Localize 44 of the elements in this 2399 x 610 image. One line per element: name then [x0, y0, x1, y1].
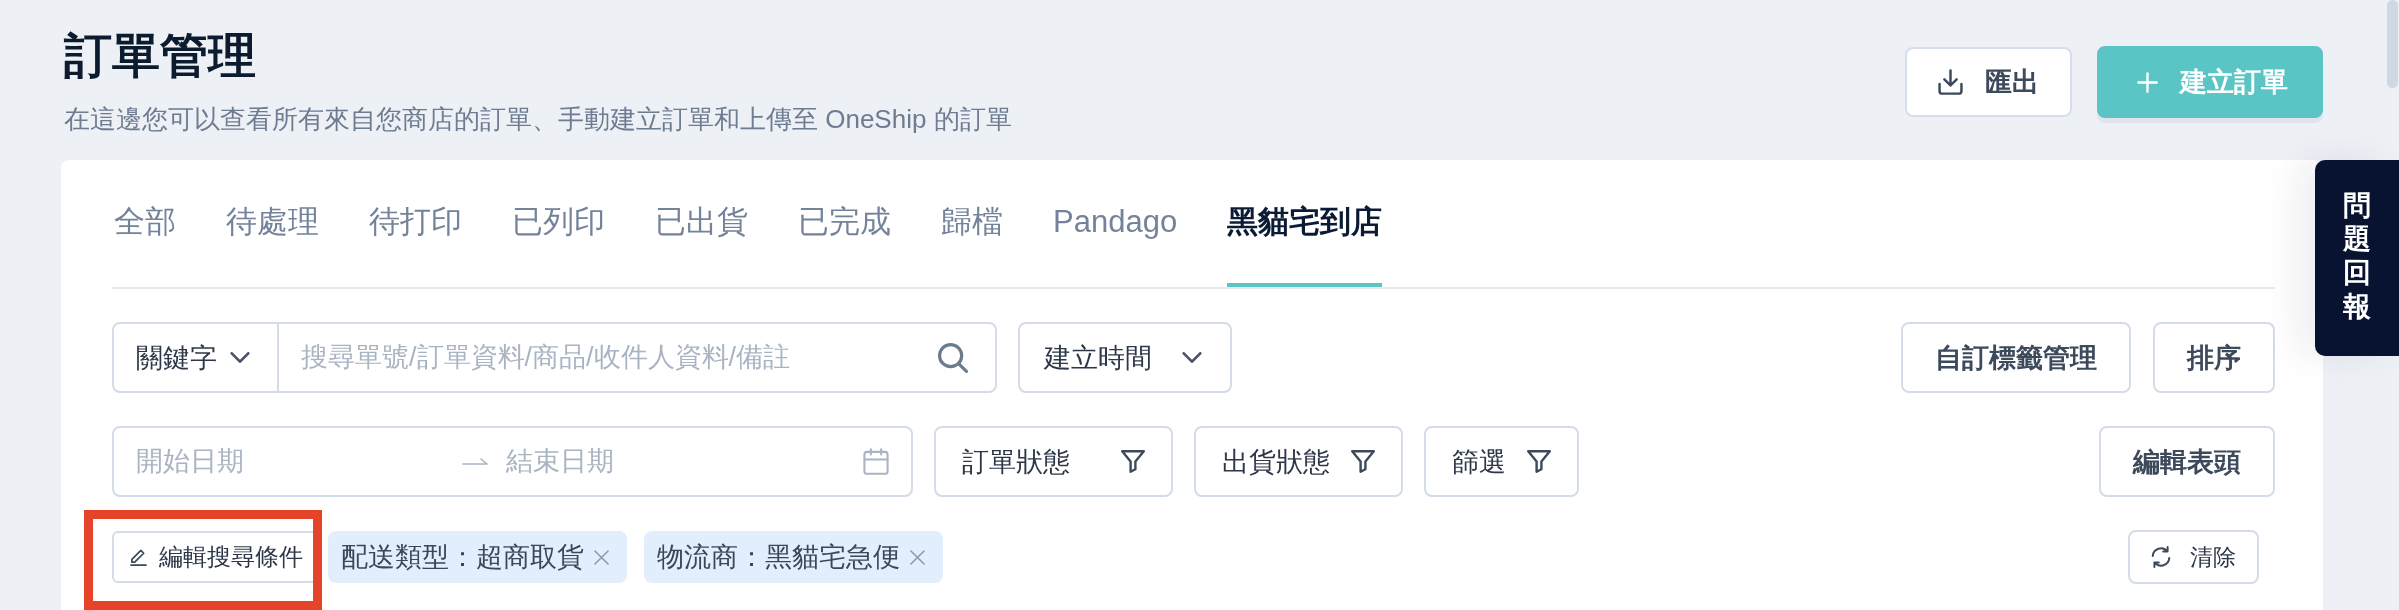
filter-icon [1351, 450, 1375, 473]
start-date-field[interactable]: 開始日期 [114, 428, 462, 495]
chip-label: 配送類型：超商取貨 [341, 541, 584, 574]
calendar-icon[interactable] [863, 448, 889, 475]
time-select[interactable]: 建立時間 [1018, 322, 1232, 393]
search-icon[interactable] [938, 342, 968, 373]
filter-button[interactable]: 訂單狀態 [934, 426, 1173, 497]
tab[interactable]: Pandago [1053, 202, 1178, 287]
tab[interactable]: 待打印 [369, 202, 462, 287]
filter-button[interactable]: 出貨狀態 [1194, 426, 1403, 497]
tab[interactable]: 已出貨 [655, 202, 748, 287]
filter-icon [1121, 450, 1145, 473]
tab[interactable]: 全部 [114, 202, 176, 287]
tab[interactable]: 已完成 [798, 202, 891, 287]
tab[interactable]: 待處理 [226, 202, 319, 287]
feedback-tab[interactable]: 問題回報 [2315, 160, 2399, 356]
filter-button[interactable]: 篩選 [1424, 426, 1579, 497]
chip-label: 物流商：黑貓宅急便 [657, 541, 900, 574]
close-icon[interactable] [910, 549, 925, 565]
page-title: 訂單管理 [64, 28, 257, 84]
scrollbar-thumb[interactable] [2387, 0, 2398, 88]
date-range-picker[interactable]: 開始日期 結束日期 [112, 426, 913, 497]
clear-button[interactable]: 清除 [2128, 530, 2259, 584]
export-button[interactable]: 匯出 [1905, 47, 2072, 117]
tab[interactable]: 已列印 [512, 202, 605, 287]
download-icon [1938, 69, 1963, 95]
keyword-select[interactable]: 關鍵字 [114, 324, 279, 391]
close-icon[interactable] [594, 549, 609, 565]
tab[interactable]: 歸檔 [941, 202, 1003, 287]
pencil-icon [130, 548, 147, 566]
tab[interactable]: 黑貓宅到店 [1227, 202, 1383, 287]
chevron-down-icon [1182, 352, 1202, 363]
tag-management-button[interactable]: 自訂標籤管理 [1901, 322, 2131, 393]
filter-icon [1527, 450, 1551, 473]
search-field[interactable]: 搜尋單號/訂單資料/商品/收件人資料/備註 [279, 324, 938, 391]
page-subtitle: 在這邊您可以查看所有來自您商店的訂單、手動建立訂單和上傳至 OneShip 的訂單 [64, 103, 1012, 136]
plus-icon [2137, 71, 2158, 93]
chevron-down-icon [230, 352, 250, 363]
refresh-icon [2151, 546, 2171, 568]
search-bar[interactable]: 關鍵字 搜尋單號/訂單資料/商品/收件人資料/備註 [112, 322, 997, 393]
sort-button[interactable]: 排序 [2153, 322, 2275, 393]
arrow-right-icon [462, 458, 488, 465]
edit-columns-button[interactable]: 編輯表頭 [2099, 426, 2275, 497]
end-date-field[interactable]: 結束日期 [506, 428, 863, 495]
